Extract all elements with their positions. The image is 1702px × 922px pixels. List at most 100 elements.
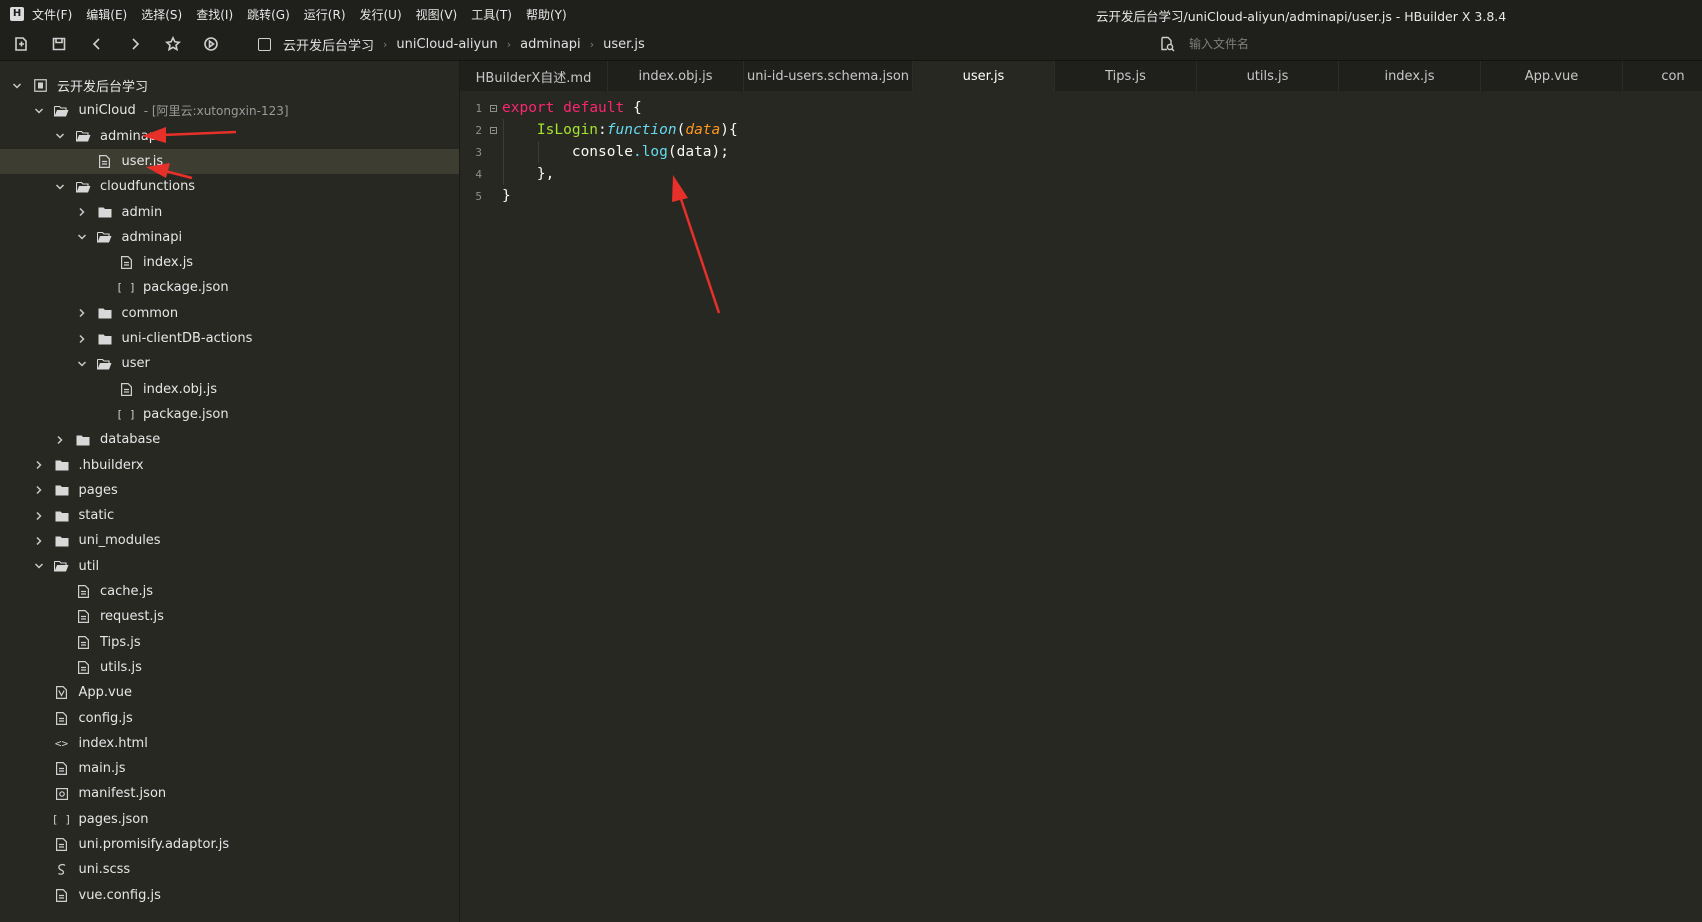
- file-icon: [75, 660, 91, 674]
- tree-item[interactable]: uni.scss: [0, 857, 459, 882]
- menu-item[interactable]: 跳转(G): [247, 6, 290, 23]
- tree-item[interactable]: .hbuilderx: [0, 453, 459, 478]
- tree-item-label: package.json: [143, 406, 229, 422]
- tree-item[interactable]: uni-clientDB-actions: [0, 326, 459, 351]
- json-icon: [ ]: [51, 812, 72, 826]
- file-search-icon: [1161, 36, 1175, 52]
- tree-item-provider: - [阿里云:xutongxin-123]: [143, 104, 289, 119]
- editor-tab[interactable]: utils.js: [1197, 61, 1339, 91]
- json-icon: [ ]: [116, 407, 136, 421]
- star-icon: [165, 36, 181, 52]
- chevron-right-icon[interactable]: [34, 460, 44, 470]
- save-button[interactable]: [48, 33, 70, 55]
- editor-tab[interactable]: HBuilderX自述.md: [460, 61, 608, 91]
- editor-tab-label: utils.js: [1246, 68, 1289, 84]
- token-keyword: export: [502, 100, 555, 116]
- menu-item[interactable]: 运行(R): [304, 6, 346, 23]
- tree-item[interactable]: utils.js: [0, 655, 459, 680]
- menu-item[interactable]: 工具(T): [471, 6, 512, 23]
- editor-tab[interactable]: index.obj.js: [608, 61, 744, 91]
- menu-item[interactable]: 编辑(E): [86, 6, 127, 23]
- tree-item[interactable]: [ ] package.json: [0, 275, 459, 300]
- chevron-right-icon[interactable]: [77, 207, 87, 217]
- tree-item[interactable]: uniCloud - [阿里云:xutongxin-123]: [0, 98, 459, 123]
- tree-item[interactable]: cache.js: [0, 579, 459, 604]
- editor-tab[interactable]: App.vue: [1481, 61, 1623, 91]
- tree-item[interactable]: index.obj.js: [0, 377, 459, 402]
- folder-icon: [54, 534, 70, 548]
- tree-item[interactable]: 云开发后台学习: [0, 73, 459, 98]
- tree-item[interactable]: [ ] package.json: [0, 402, 459, 427]
- chevron-down-icon[interactable]: [34, 561, 44, 571]
- tree-item[interactable]: uni_modules: [0, 528, 459, 553]
- menu-item[interactable]: 发行(U): [360, 6, 402, 23]
- chevron-down-icon[interactable]: [55, 182, 65, 192]
- breadcrumb-separator-icon: ›: [506, 37, 512, 51]
- tree-item[interactable]: [ ] pages.json: [0, 807, 459, 832]
- chevron-right-icon[interactable]: [77, 308, 87, 318]
- back-button[interactable]: [86, 33, 108, 55]
- tree-item[interactable]: static: [0, 503, 459, 528]
- chevron-right-icon[interactable]: [34, 536, 44, 546]
- editor-tab[interactable]: Tips.js: [1055, 61, 1197, 91]
- tree-item[interactable]: pages: [0, 478, 459, 503]
- editor-tab[interactable]: user.js: [913, 61, 1055, 91]
- tree-item[interactable]: admin: [0, 200, 459, 225]
- tree-item[interactable]: uni.promisify.adaptor.js: [0, 832, 459, 857]
- fold-toggle-icon[interactable]: [488, 125, 498, 135]
- tree-item[interactable]: util: [0, 554, 459, 579]
- tree-item[interactable]: cloudfunctions: [0, 174, 459, 199]
- tree-item[interactable]: index.js: [0, 250, 459, 275]
- file-search-input[interactable]: [1187, 36, 1491, 52]
- menu-item[interactable]: 文件(F): [32, 6, 72, 23]
- editor-tab[interactable]: con: [1623, 61, 1702, 91]
- menu-item[interactable]: 视图(V): [416, 6, 458, 23]
- tree-item[interactable]: database: [0, 427, 459, 452]
- chevron-right-icon[interactable]: [34, 485, 44, 495]
- folder-open-icon: [75, 129, 91, 143]
- new-file-button[interactable]: [10, 33, 32, 55]
- breadcrumb-item[interactable]: user.js: [603, 37, 645, 52]
- window-title: 云开发后台学习/uniCloud-aliyun/adminapi/user.js…: [1096, 9, 1507, 24]
- tree-item[interactable]: adminapi: [0, 124, 459, 149]
- menu-item[interactable]: 帮助(Y): [526, 6, 567, 23]
- chevron-down-icon[interactable]: [77, 359, 87, 369]
- menu-item[interactable]: 查找(I): [196, 6, 233, 23]
- breadcrumb-item[interactable]: 云开发后台学习: [283, 35, 374, 54]
- tree-item[interactable]: user.js: [0, 148, 459, 174]
- breadcrumb-item[interactable]: adminapi: [520, 37, 581, 52]
- editor-tab[interactable]: index.js: [1339, 61, 1481, 91]
- tree-item[interactable]: Tips.js: [0, 630, 459, 655]
- code-editor[interactable]: 1 export default { 2 IsLogin: function(da…: [460, 91, 1702, 922]
- tree-item[interactable]: request.js: [0, 604, 459, 629]
- tree-item[interactable]: user: [0, 351, 459, 376]
- chevron-right-icon[interactable]: [55, 435, 65, 445]
- editor-tab[interactable]: uni-id-users.schema.json: [744, 61, 913, 91]
- tree-item[interactable]: main.js: [0, 756, 459, 781]
- tree-item[interactable]: vue.config.js: [0, 883, 459, 908]
- chevron-right-icon[interactable]: [34, 511, 44, 521]
- breadcrumb-item[interactable]: uniCloud-aliyun: [396, 37, 497, 52]
- tree-item[interactable]: App.vue: [0, 680, 459, 705]
- run-button[interactable]: [200, 33, 222, 55]
- editor-tab-label: Tips.js: [1105, 68, 1146, 84]
- tree-item[interactable]: adminapi: [0, 225, 459, 250]
- tree-item[interactable]: <> index.html: [0, 731, 459, 756]
- token-punct: },: [536, 166, 555, 182]
- favorite-button[interactable]: [162, 33, 184, 55]
- menu-item[interactable]: 选择(S): [141, 6, 182, 23]
- folder-open-icon: [75, 180, 91, 194]
- fold-toggle-icon[interactable]: [488, 103, 498, 113]
- tree-item[interactable]: config.js: [0, 706, 459, 731]
- chevron-down-icon[interactable]: [77, 232, 87, 242]
- forward-button[interactable]: [124, 33, 146, 55]
- tree-item[interactable]: manifest.json: [0, 781, 459, 806]
- chevron-right-icon[interactable]: [77, 334, 87, 344]
- token-function-name: IsLogin: [536, 122, 599, 138]
- tree-item-label: manifest.json: [78, 786, 167, 802]
- chevron-down-icon[interactable]: [55, 131, 65, 141]
- chevron-down-icon[interactable]: [34, 106, 44, 116]
- chevron-down-icon[interactable]: [12, 81, 22, 91]
- tree-item[interactable]: common: [0, 301, 459, 326]
